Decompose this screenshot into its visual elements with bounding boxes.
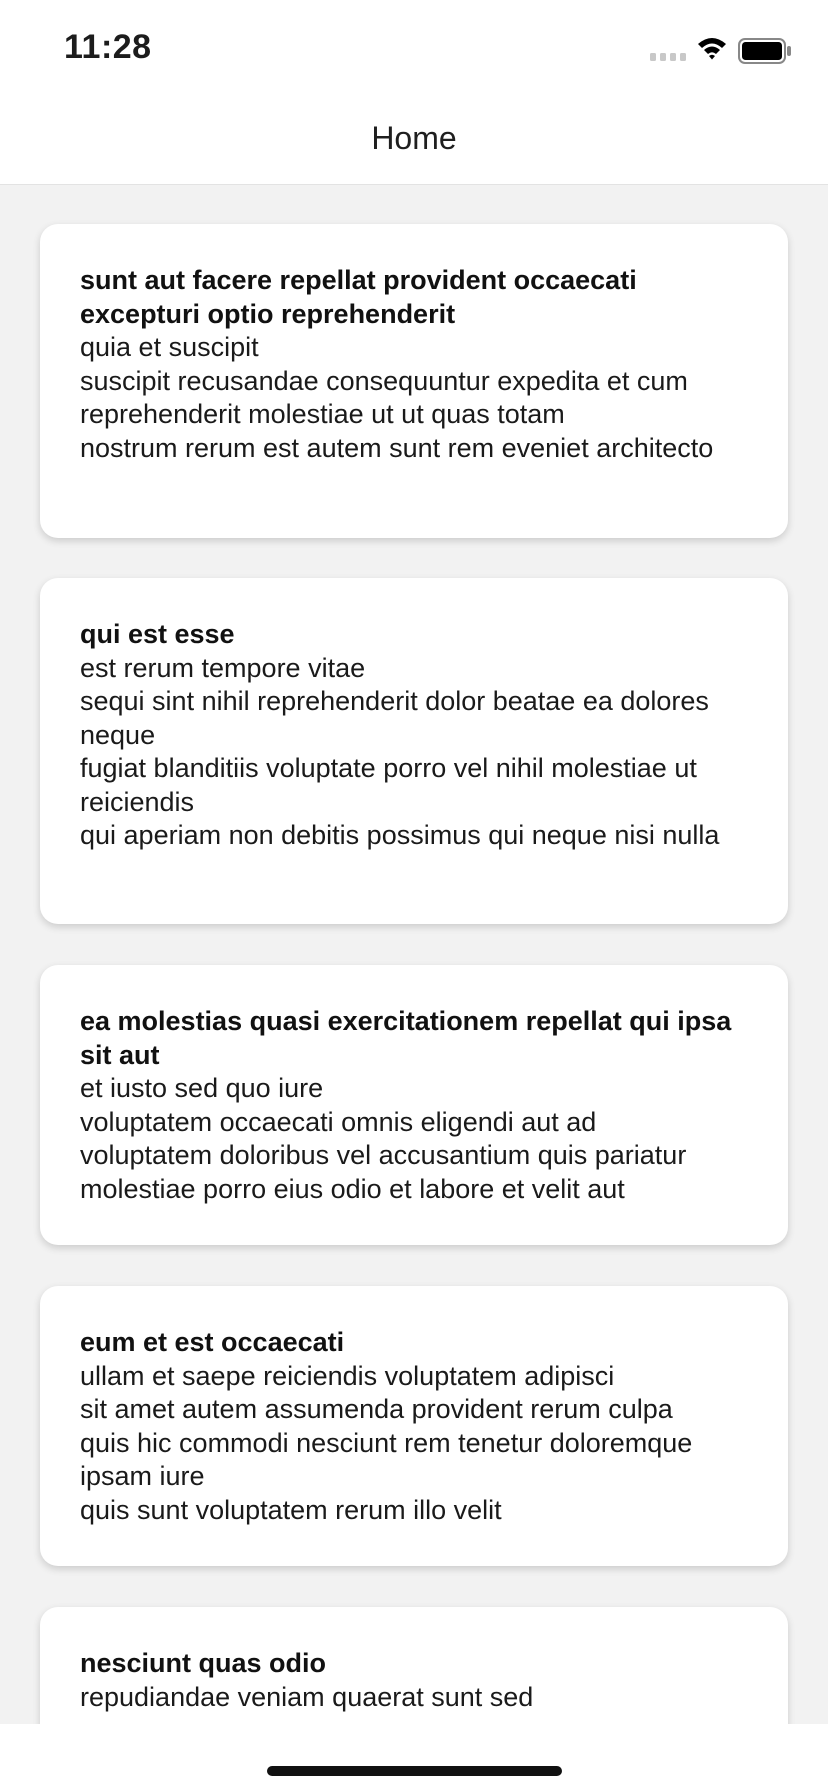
post-card[interactable]: ea molestias quasi exercitationem repell… — [40, 965, 788, 1245]
post-list[interactable]: sunt aut facere repellat provident occae… — [0, 185, 828, 1724]
wifi-icon — [696, 36, 728, 65]
post-body: et iusto sed quo iure voluptatem occaeca… — [80, 1073, 687, 1204]
post-title: qui est esse — [80, 619, 235, 649]
post-card[interactable]: sunt aut facere repellat provident occae… — [40, 224, 788, 538]
post-body: repudiandae veniam quaerat sunt sed — [80, 1681, 534, 1712]
signal-icon — [650, 48, 688, 66]
post-card[interactable]: qui est esse est rerum tempore vitae seq… — [40, 578, 788, 924]
navigation-bar: Home — [0, 94, 828, 185]
page-title: Home — [371, 120, 457, 156]
post-body: ullam et saepe reiciendis voluptatem adi… — [80, 1360, 693, 1525]
status-bar: 11:28 — [0, 0, 828, 94]
home-indicator[interactable] — [267, 1766, 562, 1776]
status-time: 11:28 — [64, 28, 152, 66]
home-indicator-area — [0, 1724, 828, 1792]
post-title: sunt aut facere repellat provident occae… — [80, 265, 637, 329]
post-card[interactable]: eum et est occaecati ullam et saepe reic… — [40, 1286, 788, 1566]
post-body: est rerum tempore vitae sequi sint nihil… — [80, 652, 720, 851]
post-title: nesciunt quas odio — [80, 1648, 327, 1678]
post-title: eum et est occaecati — [80, 1327, 345, 1357]
post-title: ea molestias quasi exercitationem repell… — [80, 1006, 732, 1070]
battery-icon — [738, 38, 792, 69]
status-icons — [642, 36, 792, 64]
post-card[interactable]: nesciunt quas odio repudiandae veniam qu… — [40, 1607, 788, 1724]
post-body: quia et suscipit suscipit recusandae con… — [80, 332, 714, 463]
